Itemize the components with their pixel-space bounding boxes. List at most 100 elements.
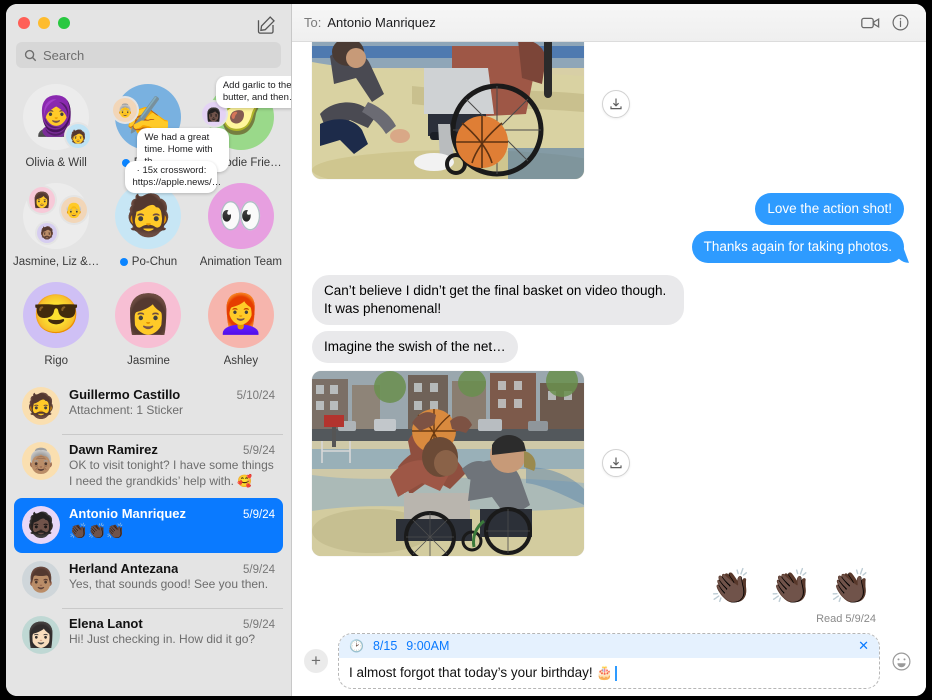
avatar-emoji: 🧔 xyxy=(123,194,174,238)
message-row-incoming: Can’t believe I didn’t get the final bas… xyxy=(312,274,904,325)
traffic-lights xyxy=(18,17,70,29)
minimize-window-button[interactable] xyxy=(38,17,50,29)
pinned-preview-tooltip: Add garlic to the butter, and then… xyxy=(215,76,291,108)
conversation-preview: Hi! Just checking in. How did it go? xyxy=(69,632,256,647)
message-image-row xyxy=(312,370,904,556)
avatar: 👩‍🦰 xyxy=(207,282,274,348)
conversation-name: Guillermo Castillo xyxy=(69,387,181,402)
conversation-date: 5/10/24 xyxy=(236,390,275,402)
avatar: 😎 xyxy=(23,282,90,348)
zoom-window-button[interactable] xyxy=(58,17,70,29)
conversation-date: 5/9/24 xyxy=(243,445,275,457)
avatar: 🧔🏿 xyxy=(22,506,60,545)
conversation-name: Herland Antezana xyxy=(69,561,179,577)
pinned-preview-tooltip: · 15x crossword: https://apple.news/… xyxy=(125,161,221,193)
close-icon[interactable]: ✕ xyxy=(858,638,869,654)
search-bar-container: Search xyxy=(6,42,291,76)
pinned-item-animation-team[interactable]: 👀 Animation Team xyxy=(195,183,287,268)
sidebar: Search 🧕 🧑 Olivia & Will ✍️ 👵 We had a g… xyxy=(6,4,292,696)
pinned-item-label: Ashley xyxy=(223,355,259,367)
message-bubble-outgoing[interactable]: Love the action shot! xyxy=(755,193,904,225)
message-composer: + 🕑 8/15 9:00AM ✕ I almost forgot that t… xyxy=(292,626,926,696)
download-icon[interactable] xyxy=(602,449,630,478)
message-input-container[interactable]: 🕑 8/15 9:00AM ✕ I almost forgot that tod… xyxy=(338,633,880,689)
search-placeholder: Search xyxy=(43,47,85,63)
avatar-secondary: 🧔🏽 xyxy=(37,223,58,243)
conversation-list: 🧔 Guillermo Castillo 5/10/24 Attachment:… xyxy=(6,377,291,663)
avatar-emoji: 👀 xyxy=(218,195,264,236)
close-window-button[interactable] xyxy=(18,17,30,29)
avatar: 👩🏻 xyxy=(22,616,60,655)
message-photo-wheelchair-basketball[interactable] xyxy=(312,370,584,556)
pinned-item-ashley[interactable]: 👩‍🦰 Ashley xyxy=(195,282,287,367)
conversation-name: Dawn Ramirez xyxy=(69,442,158,457)
conversation-name: Antonio Manriquez xyxy=(69,506,186,522)
message-bubble-incoming[interactable]: Imagine the swish of the net… xyxy=(312,330,518,363)
window-titlebar xyxy=(6,4,291,42)
conversation-row-guillermo-castillo[interactable]: 🧔 Guillermo Castillo 5/10/24 Attachment:… xyxy=(14,379,283,434)
conversation-name: Elena Lanot xyxy=(69,616,143,632)
avatar-secondary: 🧑 xyxy=(66,124,91,148)
unread-dot xyxy=(119,258,128,266)
pinned-item-label: Olivia & Will xyxy=(25,157,87,169)
smiley-icon[interactable] xyxy=(890,650,912,672)
pinned-item-label: Jasmine xyxy=(127,355,170,367)
conversation-row-antonio-manriquez[interactable]: 🧔🏿 Antonio Manriquez 5/9/24 👏🏿👏🏿👏🏿 xyxy=(14,498,283,554)
search-icon xyxy=(24,49,37,61)
conversation-pane: To: Antonio Manriquez Love the action sh… xyxy=(292,4,926,696)
message-image-row xyxy=(312,42,904,179)
clock-icon: 🕑 xyxy=(349,639,364,653)
conversation-preview: Yes, that sounds good! See you then. xyxy=(69,577,269,592)
avatar: ✍️ 👵 We had a great time. Home with th… xyxy=(113,84,230,172)
text-caret xyxy=(615,665,617,681)
conversation-row-dawn-ramirez[interactable]: 👵🏽 Dawn Ramirez 5/9/24 OK to visit tonig… xyxy=(14,434,283,498)
search-input[interactable]: Search xyxy=(16,42,281,68)
pinned-item-penpals[interactable]: ✍️ 👵 We had a great time. Home with th… … xyxy=(102,84,230,172)
avatar: 👵🏽 xyxy=(22,442,60,480)
conversation-header: To: Antonio Manriquez xyxy=(292,4,926,42)
scheduled-date: 8/15 xyxy=(372,639,398,653)
pinned-conversations: 🧕 🧑 Olivia & Will ✍️ 👵 We had a great ti… xyxy=(6,76,291,377)
draft-text: I almost forgot that today’s your birthd… xyxy=(349,665,614,680)
avatar: 👩 xyxy=(115,282,182,348)
message-bubble-outgoing[interactable]: Thanks again for taking photos. xyxy=(691,230,904,263)
conversation-preview: Attachment: 1 Sticker xyxy=(69,403,184,417)
message-row-incoming: Imagine the swish of the net… xyxy=(312,330,904,363)
download-icon[interactable] xyxy=(602,89,630,118)
message-reaction-claps[interactable]: 👏🏿 👏🏿 👏🏿 xyxy=(312,570,904,604)
pinned-item-label: Rigo xyxy=(44,355,68,367)
pinned-item-rigo[interactable]: 😎 Rigo xyxy=(10,282,102,367)
sidebar-scroll-area[interactable]: 🧕 🧑 Olivia & Will ✍️ 👵 We had a great ti… xyxy=(6,76,291,696)
conversation-preview: OK to visit tonight? I have some things … xyxy=(69,458,274,488)
avatar: 🧔 xyxy=(22,387,60,425)
conversation-row-herland-antezana[interactable]: 👨🏽 Herland Antezana 5/9/24 Yes, that sou… xyxy=(14,553,283,608)
photo-artwork xyxy=(312,42,584,179)
pinned-item-jasmine-liz[interactable]: 👩 👴 🧔🏽 Jasmine, Liz &… xyxy=(10,183,102,268)
avatar: 🧕 🧑 xyxy=(23,84,91,150)
pinned-item-po-chun[interactable]: 🧔 · 15x crossword: https://apple.news/… … xyxy=(102,161,221,268)
avatar: 🧔 · 15x crossword: https://apple.news/… xyxy=(115,161,221,249)
message-row-outgoing: Thanks again for taking photos. xyxy=(312,230,904,263)
compose-icon[interactable] xyxy=(255,14,277,36)
avatar: 👀 xyxy=(207,183,274,249)
read-receipt: Read 5/9/24 xyxy=(816,612,876,625)
conversation-date: 5/9/24 xyxy=(243,619,275,632)
avatar-emoji: 😎 xyxy=(32,294,80,336)
message-thread[interactable]: Love the action shot! Thanks again for t… xyxy=(292,42,926,626)
message-photo-basketball-court[interactable] xyxy=(312,42,584,179)
plus-icon[interactable]: + xyxy=(304,649,328,673)
pinned-item-olivia-will[interactable]: 🧕 🧑 Olivia & Will xyxy=(10,84,102,169)
message-bubble-incoming[interactable]: Can’t believe I didn’t get the final bas… xyxy=(312,274,684,325)
message-input[interactable]: I almost forgot that today’s your birthd… xyxy=(339,658,879,688)
conversation-preview: 👏🏿👏🏿👏🏿 xyxy=(69,523,126,541)
scheduled-send-banner[interactable]: 🕑 8/15 9:00AM ✕ xyxy=(339,634,879,658)
pinned-item-jasmine[interactable]: 👩 Jasmine xyxy=(102,282,194,367)
avatar: 👩 👴 🧔🏽 xyxy=(23,183,90,249)
recipient-name[interactable]: Antonio Manriquez xyxy=(327,15,435,30)
video-camera-icon[interactable] xyxy=(858,11,882,35)
conversation-date: 5/9/24 xyxy=(243,564,275,577)
conversation-row-elena-lanot[interactable]: 👩🏻 Elena Lanot 5/9/24 Hi! Just checking … xyxy=(14,608,283,663)
pinned-item-label: Animation Team xyxy=(199,256,282,268)
pinned-item-label: Po-Chun xyxy=(119,256,177,268)
info-icon[interactable] xyxy=(888,11,912,35)
